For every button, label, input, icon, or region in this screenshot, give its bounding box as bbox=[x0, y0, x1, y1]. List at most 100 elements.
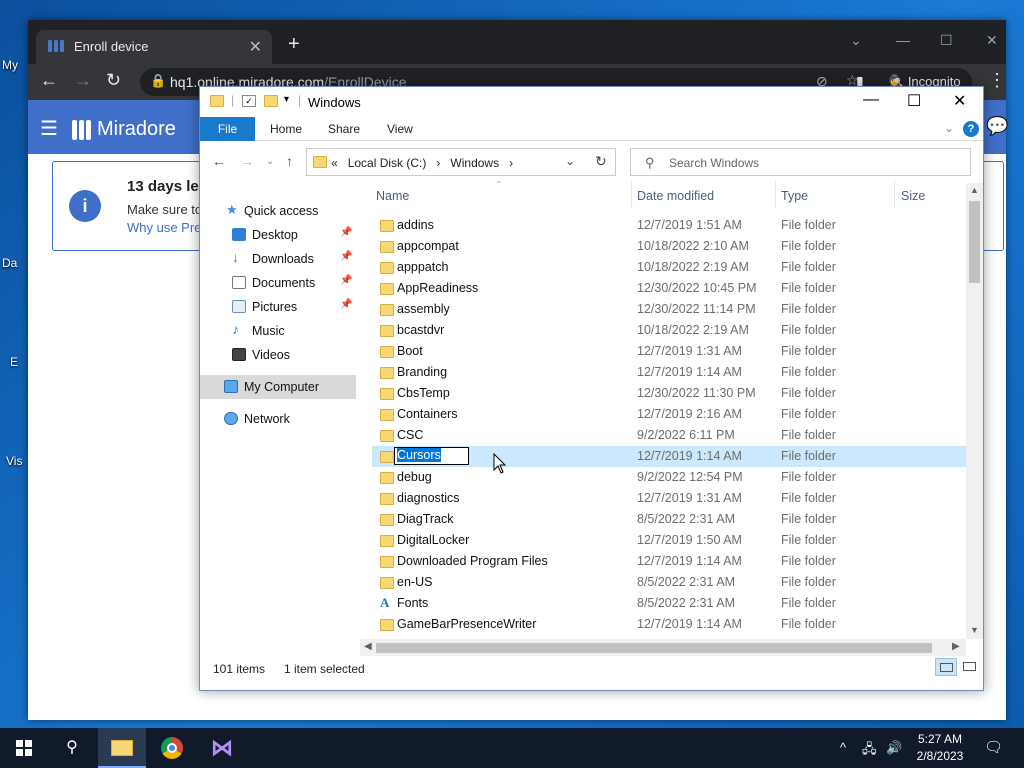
close-icon[interactable]: ✕ bbox=[953, 91, 966, 111]
taskbar-visual-studio[interactable]: ⋈ bbox=[198, 728, 246, 768]
minimize-icon[interactable]: — bbox=[863, 91, 879, 109]
column-name[interactable]: Name bbox=[376, 189, 409, 203]
customize-qat-icon[interactable]: ▾ bbox=[284, 94, 289, 105]
file-row[interactable]: AppReadiness 12/30/2022 10:45 PM File fold… bbox=[372, 278, 966, 299]
tab-share[interactable]: Share bbox=[328, 122, 360, 136]
file-row[interactable]: addins 12/7/2019 1:51 AM File folder bbox=[372, 215, 966, 236]
file-row[interactable]: Cursors 12/7/2019 1:14 AM File folder bbox=[372, 446, 966, 467]
search-icon: ⚲ bbox=[645, 155, 655, 170]
file-date: 10/18/2022 2:10 AM bbox=[637, 239, 749, 253]
file-row[interactable]: appcompat 10/18/2022 2:10 AM File folder bbox=[372, 236, 966, 257]
hamburger-icon[interactable]: ☰ bbox=[40, 116, 58, 141]
nav-item-videos[interactable]: Videos bbox=[200, 343, 356, 367]
search-input[interactable]: ⚲ Search Windows bbox=[630, 148, 971, 176]
file-row[interactable]: Boot 12/7/2019 1:31 AM File folder bbox=[372, 341, 966, 362]
start-button[interactable] bbox=[0, 728, 48, 768]
breadcrumb-local-disk[interactable]: Local Disk (C:) bbox=[348, 156, 427, 170]
scroll-right-icon[interactable]: ▶ bbox=[952, 641, 960, 652]
help-icon[interactable]: ? bbox=[963, 121, 979, 137]
file-row[interactable]: A Fonts 8/5/2022 2:31 AM File folder bbox=[372, 593, 966, 614]
clock[interactable]: 5:27 AM 2/8/2023 bbox=[910, 731, 970, 765]
file-row[interactable]: DigitalLocker 12/7/2019 1:50 AM File folde… bbox=[372, 530, 966, 551]
desktop-label[interactable]: E bbox=[10, 355, 18, 369]
file-row[interactable]: Downloaded Program Files 12/7/2019 1:14 A… bbox=[372, 551, 966, 572]
tab-home[interactable]: Home bbox=[270, 122, 302, 136]
miradore-logo[interactable]: Miradore bbox=[72, 118, 176, 141]
desktop-label[interactable]: Vis bbox=[6, 454, 22, 468]
tab-file[interactable]: File bbox=[200, 117, 255, 141]
file-row[interactable]: DiagTrack 8/5/2022 2:31 AM File folder bbox=[372, 509, 966, 530]
column-date-modified[interactable]: Date modified bbox=[637, 189, 714, 203]
scrollbar-thumb[interactable] bbox=[969, 201, 980, 283]
properties-icon[interactable]: ✓ bbox=[242, 95, 256, 107]
file-row[interactable]: debug 9/2/2022 12:54 PM File folder bbox=[372, 467, 966, 488]
file-row[interactable]: bcastdvr 10/18/2022 2:19 AM File folder bbox=[372, 320, 966, 341]
new-folder-icon[interactable] bbox=[264, 95, 278, 107]
vertical-scrollbar[interactable]: ▲ ▼ bbox=[966, 183, 983, 639]
back-icon[interactable]: ← bbox=[212, 153, 226, 169]
maximize-icon[interactable]: ☐ bbox=[907, 91, 921, 111]
chat-icon[interactable]: 💬 bbox=[986, 116, 1008, 137]
nav-item-network[interactable]: Network bbox=[200, 407, 356, 431]
nav-item-pictures[interactable]: Pictures 📌 bbox=[200, 295, 356, 319]
column-divider bbox=[894, 181, 895, 209]
scrollbar-thumb[interactable] bbox=[376, 643, 932, 653]
file-row[interactable]: assembly 12/30/2022 11:14 PM File folder bbox=[372, 299, 966, 320]
taskbar-chrome[interactable] bbox=[148, 728, 196, 768]
scroll-up-icon[interactable]: ▲ bbox=[970, 185, 979, 195]
forward-icon[interactable]: → bbox=[74, 70, 92, 91]
show-hidden-icons-icon[interactable]: ^ bbox=[840, 740, 846, 755]
nav-item-quick-access[interactable]: ★ Quick access bbox=[200, 199, 356, 223]
file-row[interactable]: en-US 8/5/2022 2:31 AM File folder bbox=[372, 572, 966, 593]
expand-ribbon-icon[interactable]: ⌄ bbox=[944, 121, 954, 135]
volume-icon[interactable]: 🔊 bbox=[886, 740, 902, 756]
file-row[interactable]: Branding 12/7/2019 1:14 AM File folder bbox=[372, 362, 966, 383]
close-icon[interactable]: ✕ bbox=[986, 32, 998, 49]
large-icons-view-button[interactable] bbox=[959, 658, 981, 676]
tab-search-icon[interactable]: ⌄ bbox=[850, 32, 862, 49]
desktop-label[interactable]: My bbox=[2, 58, 18, 72]
recent-locations-icon[interactable]: ⌄ bbox=[266, 156, 274, 167]
horizontal-scrollbar[interactable]: ◀ ▶ bbox=[360, 639, 966, 656]
desktop-label[interactable]: Da bbox=[2, 256, 17, 270]
scroll-down-icon[interactable]: ▼ bbox=[970, 625, 979, 635]
tab-view[interactable]: View bbox=[387, 122, 413, 136]
new-tab-button[interactable]: + bbox=[288, 34, 300, 54]
breadcrumb-windows[interactable]: Windows bbox=[450, 156, 499, 170]
taskbar-file-explorer[interactable] bbox=[98, 728, 146, 768]
rename-input[interactable]: Cursors bbox=[394, 447, 469, 465]
file-row[interactable]: CbsTemp 12/30/2022 11:30 PM File folder bbox=[372, 383, 966, 404]
network-tray-icon[interactable]: 🖧 bbox=[862, 740, 877, 762]
close-tab-icon[interactable]: ✕ bbox=[249, 37, 262, 57]
maximize-icon[interactable]: ☐ bbox=[940, 32, 953, 49]
reload-icon[interactable]: ↻ bbox=[106, 70, 121, 91]
file-row[interactable]: GameBarPresenceWriter 12/7/2019 1:14 AM Fi… bbox=[372, 614, 966, 635]
column-type[interactable]: Type bbox=[781, 189, 808, 203]
nav-item-music[interactable]: ♪ Music bbox=[200, 319, 356, 343]
file-row[interactable]: Containers 12/7/2019 2:16 AM File folder bbox=[372, 404, 966, 425]
file-row[interactable]: apppatch 10/18/2022 2:19 AM File folder bbox=[372, 257, 966, 278]
address-bar[interactable]: « Local Disk (C:) › Windows › ⌄ ↻ bbox=[306, 148, 616, 176]
notifications-icon[interactable]: 🗨 bbox=[984, 738, 1003, 756]
nav-item-desktop[interactable]: Desktop 📌 bbox=[200, 223, 356, 247]
browser-tab[interactable]: Enroll device ✕ bbox=[36, 30, 272, 64]
refresh-icon[interactable]: ↻ bbox=[595, 153, 607, 170]
file-type: File folder bbox=[781, 323, 836, 337]
minimize-icon[interactable]: — bbox=[896, 32, 910, 48]
back-icon[interactable]: ← bbox=[40, 70, 58, 91]
file-row[interactable]: CSC 9/2/2022 6:11 PM File folder bbox=[372, 425, 966, 446]
column-size[interactable]: Size bbox=[901, 189, 925, 203]
scroll-left-icon[interactable]: ◀ bbox=[364, 641, 372, 652]
forward-icon[interactable]: → bbox=[240, 153, 254, 169]
nav-item-documents[interactable]: Documents 📌 bbox=[200, 271, 356, 295]
search-button[interactable]: ⚲ bbox=[48, 728, 96, 768]
file-date: 10/18/2022 2:19 AM bbox=[637, 323, 749, 337]
menu-icon[interactable]: ⋮ bbox=[988, 70, 1006, 91]
notice-link[interactable]: Why use Pre bbox=[127, 220, 201, 235]
details-view-button[interactable] bbox=[935, 658, 957, 676]
file-row[interactable]: diagnostics 12/7/2019 1:31 AM File folder bbox=[372, 488, 966, 509]
up-icon[interactable]: ↑ bbox=[286, 153, 293, 169]
nav-item-my-computer[interactable]: My Computer bbox=[200, 375, 356, 399]
nav-item-downloads[interactable]: ↓ Downloads 📌 bbox=[200, 247, 356, 271]
address-dropdown-icon[interactable]: ⌄ bbox=[565, 154, 575, 168]
